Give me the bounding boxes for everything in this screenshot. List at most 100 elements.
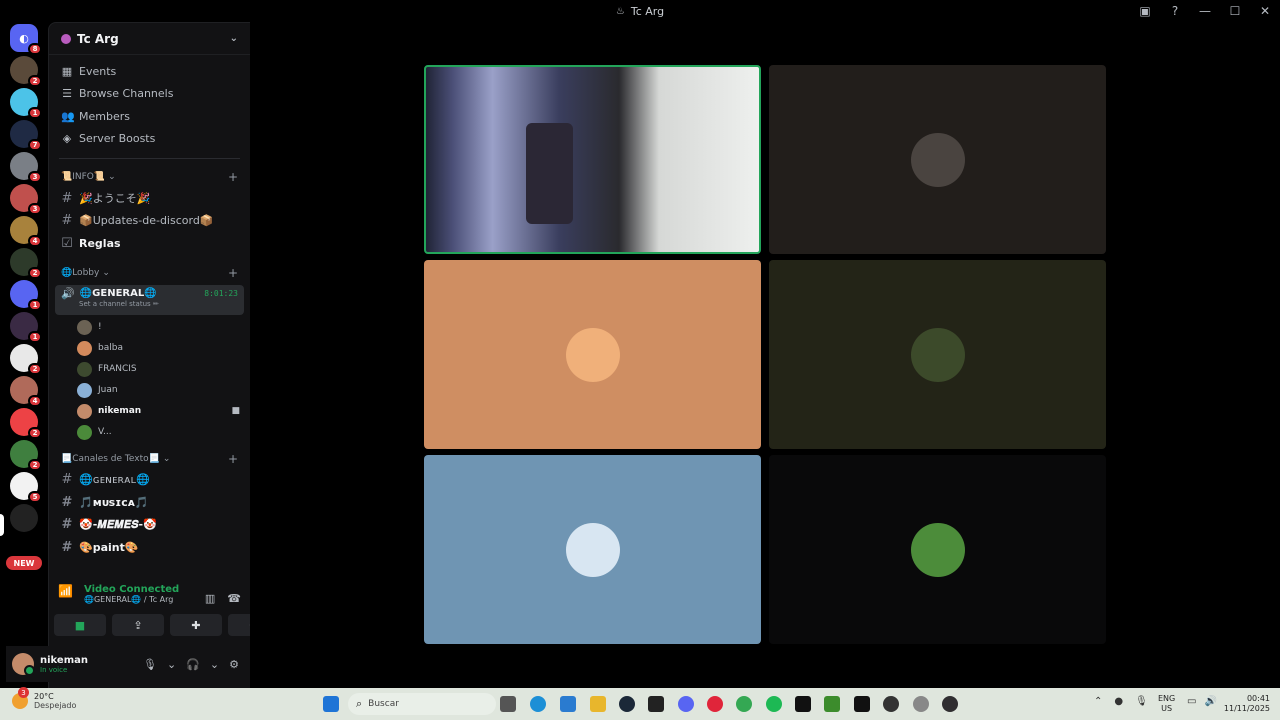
minecraft-icon[interactable] xyxy=(824,696,840,712)
server-icon[interactable]: 2 xyxy=(10,344,42,375)
server-icon[interactable]: 2 xyxy=(10,56,42,87)
channel-status[interactable]: Set a channel status ✏ xyxy=(61,300,238,308)
voice-user[interactable]: V... xyxy=(49,422,250,443)
spotify-icon[interactable] xyxy=(766,696,782,712)
voice-user[interactable]: FRANCIS xyxy=(49,359,250,380)
server-icon[interactable]: 1 xyxy=(10,88,42,119)
avatar xyxy=(910,132,965,187)
server-header[interactable]: Tc Arg ⌄ xyxy=(49,23,250,55)
weather-widget[interactable]: 3 20°C Despejado xyxy=(12,687,77,710)
server-icon[interactable]: 2 xyxy=(10,408,42,439)
server-icon[interactable]: 2 xyxy=(10,248,42,279)
voice-user[interactable]: Juan xyxy=(49,380,250,401)
weather-desc: Despejado xyxy=(34,701,77,710)
voice-channel-general[interactable]: 🔊 🌐GENERAL🌐 8:01:23 Set a channel status… xyxy=(55,284,244,315)
menu-item-label: Server Boosts xyxy=(79,132,156,146)
signal-icon[interactable]: 📶 xyxy=(58,584,78,604)
video-tile[interactable] xyxy=(424,65,761,254)
chevron-down-icon[interactable]: ⌄ xyxy=(210,658,219,671)
channel-text-1[interactable]: # 🎵ᴍᴜꜱɪᴄᴀ🎵 xyxy=(49,491,250,514)
add-channel-icon[interactable]: + xyxy=(228,452,238,466)
tray-app-icon[interactable]: ● xyxy=(1114,696,1123,707)
screen-share-button[interactable]: ⇪ xyxy=(112,614,164,636)
server-icon[interactable]: 4 xyxy=(10,376,42,407)
microphone-icon[interactable]: 🎙 xyxy=(143,658,157,671)
store-icon[interactable] xyxy=(560,696,576,712)
server-icon[interactable] xyxy=(10,504,38,532)
discord-icon[interactable] xyxy=(678,696,694,712)
opera-icon[interactable] xyxy=(707,696,723,712)
voice-status[interactable]: Video Connected xyxy=(84,584,179,595)
menu-item[interactable]: ◈ Server Boosts xyxy=(49,128,250,151)
clock[interactable]: 00:41 11/11/2025 xyxy=(1222,694,1270,714)
server-icon[interactable]: 3 xyxy=(10,152,42,183)
channel-text-2[interactable]: # 🤡-𝑴𝑬𝑴𝑬𝑺-🤡 xyxy=(49,514,250,537)
taskbar-search[interactable]: ⌕ Buscar xyxy=(348,693,496,715)
language-indicator[interactable]: ENG US xyxy=(1158,694,1175,714)
microphone-tray-icon[interactable]: 🎙 xyxy=(1135,696,1148,707)
close-button[interactable]: ✕ xyxy=(1250,0,1280,22)
help-icon[interactable]: ? xyxy=(1160,0,1190,22)
camera-button[interactable]: ■ xyxy=(54,614,106,636)
minimize-button[interactable]: — xyxy=(1190,0,1220,22)
username[interactable]: nikeman xyxy=(40,655,88,666)
chevron-down-icon[interactable]: ⌄ xyxy=(167,658,176,671)
voice-user[interactable]: nikeman ■ xyxy=(49,401,250,422)
category-info[interactable]: 📜INFO📜 ⌄ + xyxy=(49,167,250,187)
app-icon[interactable] xyxy=(883,696,899,712)
epic-games-icon[interactable] xyxy=(648,696,664,712)
file-explorer-icon[interactable] xyxy=(590,696,606,712)
video-tile[interactable] xyxy=(769,260,1106,449)
discord-home-icon[interactable]: ◐ 8 xyxy=(10,24,42,55)
server-icon[interactable]: 1 xyxy=(10,280,42,311)
channel-text-3[interactable]: # 🎨paint🎨 xyxy=(49,536,250,559)
edge-icon[interactable] xyxy=(530,696,546,712)
steam-icon[interactable] xyxy=(619,696,635,712)
activities-button[interactable]: ✚ xyxy=(170,614,222,636)
video-tile[interactable] xyxy=(769,455,1106,644)
new-badge[interactable]: NEW xyxy=(6,556,42,570)
menu-item[interactable]: ☰ Browse Channels xyxy=(49,83,250,106)
category-text[interactable]: 📃Canales de Texto📃 ⌄ + xyxy=(49,449,250,469)
chevron-down-icon[interactable]: ⌄ xyxy=(230,33,238,44)
voice-user[interactable]: balba xyxy=(49,338,250,359)
menu-item[interactable]: 👥 Members xyxy=(49,105,250,128)
server-icon[interactable]: 5 xyxy=(10,472,42,503)
server-icon[interactable]: 1 xyxy=(10,312,42,343)
disconnect-icon[interactable]: ☎ xyxy=(227,592,241,605)
channel-text-0[interactable]: # 🌐ɢᴇɴᴇʀᴀʟ🌐 xyxy=(49,469,250,492)
category-lobby[interactable]: 🌐Lobby ⌄ + xyxy=(49,263,250,283)
avatar[interactable] xyxy=(12,653,35,676)
start-icon[interactable] xyxy=(323,696,339,712)
channel-info-0[interactable]: # 🎉ようこそ🎉 xyxy=(49,187,250,210)
server-icon[interactable]: 3 xyxy=(10,184,42,215)
server-icon[interactable]: 4 xyxy=(10,216,42,247)
capcut-icon[interactable] xyxy=(795,696,811,712)
volume-icon[interactable]: 🔊 xyxy=(1204,696,1216,707)
maximize-button[interactable]: ☐ xyxy=(1220,0,1250,22)
video-tile[interactable] xyxy=(769,65,1106,254)
add-channel-icon[interactable]: + xyxy=(228,170,238,184)
settings-icon[interactable]: ⚙ xyxy=(229,658,239,671)
network-icon[interactable]: ▭ xyxy=(1187,696,1196,707)
video-tile[interactable] xyxy=(424,455,761,644)
channel-info-1[interactable]: # 📦Updates-de-discord📦 xyxy=(49,210,250,233)
inbox-icon[interactable]: ▣ xyxy=(1130,0,1160,22)
task-view-icon[interactable] xyxy=(500,696,516,712)
noise-suppression-icon[interactable]: ▥ xyxy=(205,592,215,605)
channel-info-2[interactable]: ☑ Reglas xyxy=(49,232,250,255)
obs-icon[interactable] xyxy=(942,696,958,712)
server-icon[interactable]: 7 xyxy=(10,120,42,151)
capcut-alt-icon[interactable] xyxy=(854,696,870,712)
add-channel-icon[interactable]: + xyxy=(228,266,238,280)
browse-icon: ☰ xyxy=(62,87,72,101)
settings-app-icon[interactable] xyxy=(913,696,929,712)
server-icon[interactable]: 2 xyxy=(10,440,42,471)
chrome-icon[interactable] xyxy=(736,696,752,712)
headphones-icon[interactable]: 🎧 xyxy=(186,658,200,671)
video-tile[interactable] xyxy=(424,260,761,449)
chevron-up-icon[interactable]: ⌃ xyxy=(1094,696,1102,707)
voice-location[interactable]: 🌐GENERAL🌐 / Tc Arg xyxy=(84,595,179,604)
menu-item[interactable]: ▦ Events xyxy=(49,60,250,83)
voice-user[interactable]: ! xyxy=(49,317,250,338)
